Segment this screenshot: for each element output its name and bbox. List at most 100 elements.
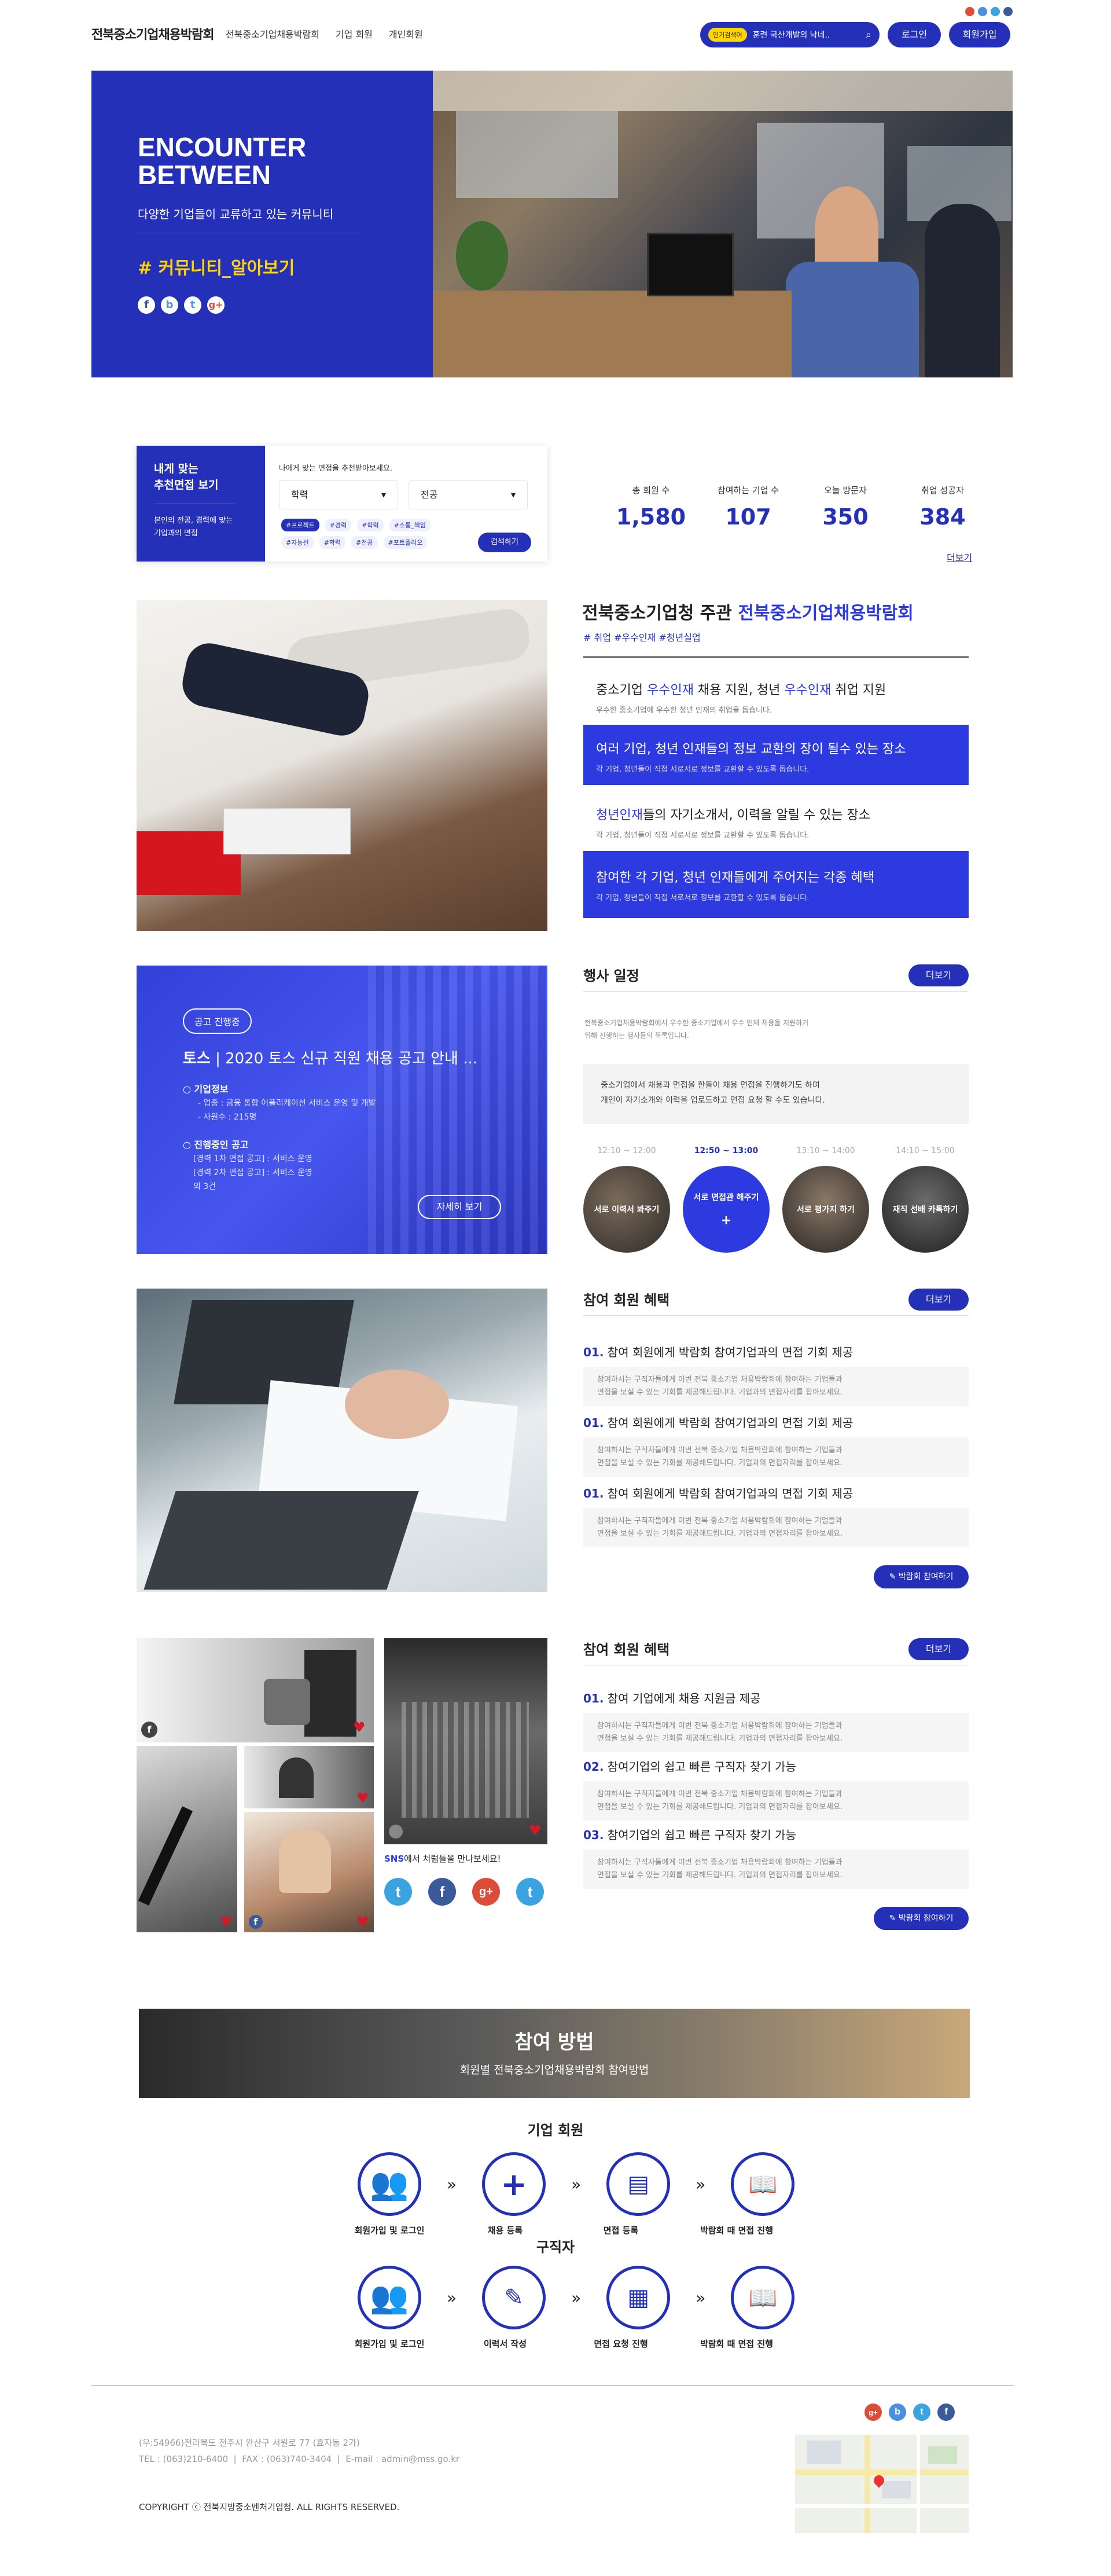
- benefit-desc: 참여하시는 구직자들에게 이번 전북 중소기업 채용박람회에 참여하는 기업들과: [597, 1790, 843, 1799]
- facebook-icon[interactable]: f: [937, 2403, 955, 2421]
- search-input[interactable]: 훈련 국산개발의 낙네..: [753, 29, 860, 41]
- benefit-desc: 면접을 보실 수 있는 기회를 제공해드립니다. 기업과의 면접자리를 잡아보세…: [597, 1388, 843, 1397]
- sns-photo-meeting[interactable]: f ♥: [244, 1812, 374, 1932]
- heart-icon[interactable]: ♥: [356, 1914, 369, 1930]
- facebook-icon[interactable]: f: [138, 296, 155, 314]
- chevron-down-icon: ▾: [381, 489, 386, 500]
- signup-button[interactable]: 회원가입: [949, 22, 1010, 47]
- chip[interactable]: #학력: [319, 536, 346, 549]
- chip[interactable]: #경력: [325, 519, 352, 531]
- benefits2-more-button[interactable]: 더보기: [908, 1638, 969, 1660]
- step-label: 박람회 때 면접 진행: [700, 2225, 774, 2236]
- feature-highlight: 청년인재: [596, 808, 643, 823]
- event-circle[interactable]: 서로 이력서 봐주기: [583, 1166, 670, 1253]
- blog-icon[interactable]: [978, 7, 987, 16]
- step-label: 회원가입 및 로그인: [354, 2225, 425, 2236]
- google-plus-icon[interactable]: g+: [864, 2403, 882, 2421]
- nav-item-company[interactable]: 기업 회원: [336, 27, 373, 41]
- sns-photo-bag[interactable]: f ♥: [137, 1638, 374, 1742]
- education-select[interactable]: 학력 ▾: [279, 480, 398, 509]
- footer-email: E-mail : admin@mss.go.kr: [345, 2454, 460, 2464]
- event-label: 재직 선배 카톡하기: [892, 1205, 958, 1214]
- login-button[interactable]: 로그인: [888, 22, 941, 47]
- interview-search-button[interactable]: 검색하기: [478, 533, 531, 552]
- twitter-icon[interactable]: t: [516, 1878, 544, 1906]
- sns-caption-highlight: SNS: [384, 1854, 404, 1864]
- stat-value: 107: [725, 504, 771, 530]
- google-plus-icon[interactable]: [965, 7, 974, 16]
- location-map[interactable]: [795, 2435, 969, 2533]
- heart-icon[interactable]: ♥: [220, 1914, 233, 1930]
- join-fair-button[interactable]: ✎ 박람회 참여하기: [874, 1565, 969, 1588]
- event-times: 12:10 ~ 12:00 12:50 ~ 13:00 13:10 ~ 14:0…: [583, 1146, 969, 1155]
- heart-icon[interactable]: ♥: [353, 1719, 366, 1735]
- chip[interactable]: #프로젝트: [281, 519, 319, 531]
- major-select[interactable]: 전공 ▾: [409, 480, 528, 509]
- event-circle[interactable]: 재직 선배 카톡하기: [882, 1166, 969, 1253]
- users-icon: 👥: [358, 2152, 421, 2216]
- sns-photo-office[interactable]: ♥: [244, 1746, 374, 1808]
- join-fair-button-2[interactable]: ✎ 박람회 참여하기: [874, 1907, 969, 1930]
- company-steps-title: 기업 회원: [527, 2122, 584, 2138]
- event-time: 14:10 ~ 15:00: [896, 1146, 955, 1155]
- stats-more-link[interactable]: 더보기: [947, 550, 972, 564]
- chip[interactable]: #전공: [351, 536, 378, 549]
- google-plus-icon[interactable]: g+: [207, 296, 225, 314]
- google-plus-icon[interactable]: g+: [472, 1878, 500, 1906]
- hero-sns: f b t g+: [138, 296, 225, 314]
- intro-title: 전북중소기업청 주관 전북중소기업채용박람회: [582, 599, 914, 624]
- top-nav: 전북중소기업채용박람회 기업 회원 개인회원: [226, 27, 423, 41]
- feature-text: 들의 자기소개서, 이력을 알릴 수 있는 장소: [642, 808, 871, 823]
- step-label: 박람회 때 면접 진행: [700, 2339, 774, 2349]
- nav-item-fair[interactable]: 전북중소기업채용박람회: [226, 27, 319, 41]
- heart-icon[interactable]: ♥: [529, 1822, 542, 1839]
- chip[interactable]: #학력: [357, 519, 384, 531]
- book-icon: 📖: [731, 2152, 795, 2216]
- search-bar[interactable]: 인기검색어 훈련 국산개발의 낙네.. ⌕: [700, 22, 880, 47]
- search-icon[interactable]: ⌕: [866, 29, 871, 41]
- benefits1-more-button[interactable]: 더보기: [908, 1289, 969, 1311]
- facebook-icon[interactable]: [1003, 7, 1013, 16]
- chevron-right-icon: »: [447, 2288, 457, 2307]
- blog-icon[interactable]: b: [161, 296, 178, 314]
- twitter-icon[interactable]: t: [184, 296, 201, 314]
- hero-hashtag-link[interactable]: # 커뮤니티_알아보기: [138, 254, 295, 279]
- benefit-desc: 참여하시는 구직자들에게 이번 전북 중소기업 채용박람회에 참여하는 기업들과: [597, 1446, 843, 1455]
- sns-photo-city[interactable]: ♥: [384, 1638, 547, 1844]
- heart-icon[interactable]: ♥: [356, 1790, 369, 1806]
- benefit-title: 참여기업의 쉽고 빠른 구직자 찾기 가능: [607, 1828, 796, 1842]
- chip[interactable]: #소통_책임: [389, 519, 431, 531]
- benefit-num: 03.: [583, 1828, 604, 1842]
- nav-item-personal[interactable]: 개인회원: [389, 27, 423, 41]
- benefit-desc: 참여하시는 구직자들에게 이번 전북 중소기업 채용박람회에 참여하는 기업들과: [597, 1722, 843, 1730]
- sns-photo-pens[interactable]: ♥: [137, 1746, 237, 1932]
- resume-icon: ✎: [482, 2266, 546, 2329]
- twitter-icon[interactable]: t: [913, 2403, 930, 2421]
- intro-feature-2: 여러 기업, 청년 인재들의 정보 교환의 장이 될수 있는 장소 각 기업, …: [583, 725, 969, 785]
- company-step-labels: 회원가입 및 로그인 채용 등록 면접 등록 박람회 때 면접 진행: [332, 2224, 794, 2236]
- facebook-icon[interactable]: f: [428, 1878, 456, 1906]
- site-logo[interactable]: 전북중소기업채용박람회: [91, 24, 215, 43]
- twitter-icon[interactable]: t: [384, 1878, 412, 1906]
- blog-icon[interactable]: b: [889, 2403, 906, 2421]
- benefit-title: 참여기업의 쉽고 빠른 구직자 찾기 가능: [607, 1760, 796, 1774]
- plus-icon: +: [720, 1213, 732, 1228]
- archive-icon: ▤: [606, 2152, 671, 2216]
- stat-hired: 취업 성공자 384: [899, 484, 986, 530]
- feature-title: 여러 기업, 청년 인재들의 정보 교환의 장이 될수 있는 장소: [596, 742, 906, 757]
- notice-detail-button[interactable]: 자세히 보기: [418, 1195, 501, 1219]
- notice-title[interactable]: 토스 | 2020 토스 신규 직원 채용 공고 안내 ...: [183, 1047, 477, 1068]
- feature-desc: 각 기업, 청년들이 직접 서로서로 정보를 교환할 수 있도록 돕습니다.: [596, 831, 810, 840]
- event-circle[interactable]: 서로 평가지 하기: [782, 1166, 869, 1253]
- benefit-item: 01. 참여 기업에게 채용 지원금 제공 참여하시는 구직자들에게 이번 전북…: [583, 1689, 969, 1752]
- twitter-icon[interactable]: [991, 7, 1000, 16]
- chip[interactable]: #포트폴리오: [383, 536, 428, 549]
- stat-label: 오늘 방문자: [824, 485, 867, 496]
- step-label: 면접 요청 진행: [594, 2339, 648, 2349]
- chip[interactable]: #자능선: [281, 536, 314, 549]
- chevron-right-icon: »: [696, 2174, 706, 2194]
- events-box-line: 중소기업에서 채용과 면접을 한둘이 채용 면접을 진행하기도 하며: [601, 1081, 820, 1090]
- handshake-photo: [137, 600, 547, 931]
- event-circle-active[interactable]: 서로 면접관 해주기 +: [683, 1166, 770, 1253]
- events-more-button[interactable]: 더보기: [908, 964, 969, 986]
